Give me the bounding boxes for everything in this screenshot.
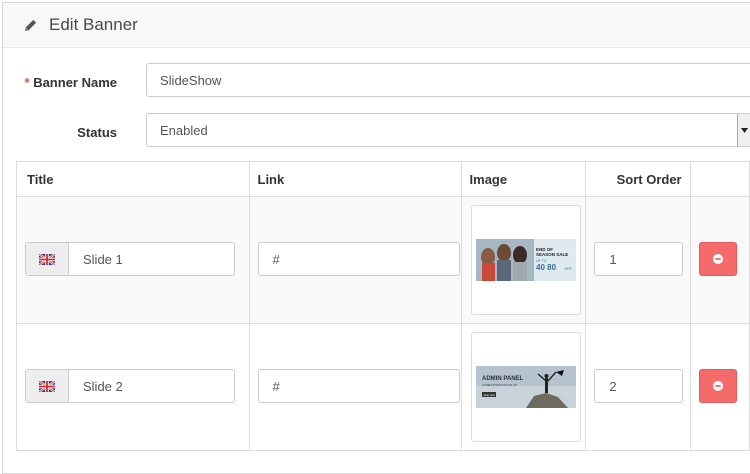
title-value: Slide 2 xyxy=(83,378,123,394)
pencil-icon xyxy=(24,19,37,31)
svg-text:ADMIN PANEL: ADMIN PANEL xyxy=(482,376,524,382)
link-input[interactable]: # xyxy=(257,242,460,276)
uk-flag-icon xyxy=(39,380,55,392)
title-cell: Slide 2 xyxy=(16,323,250,451)
title-cell: Slide 1 xyxy=(16,196,250,324)
status-select[interactable]: Enabled xyxy=(146,113,750,147)
svg-text:LOREM IPSUM DOLOR SIT: LOREM IPSUM DOLOR SIT xyxy=(482,383,518,387)
image-cell: ADMIN PANEL LOREM IPSUM DOLOR SIT shop n… xyxy=(460,323,587,451)
caret-down-icon xyxy=(737,114,750,146)
svg-text:40 80: 40 80 xyxy=(536,263,557,272)
image-cell: END OF SEASON SALE UP TO 40 80 OFF xyxy=(460,196,587,324)
banner-name-label: * Banner Name xyxy=(24,75,118,90)
link-cell: # xyxy=(248,196,462,324)
page-title: Edit Banner xyxy=(49,15,138,34)
banner-images-table: Title Link Image Sort Order Slide 1 # EN… xyxy=(16,161,750,451)
table-row: Slide 1 # END OF SEASON SALE UP TO 40 80… xyxy=(16,196,750,324)
banner-name-value: SlideShow xyxy=(160,72,222,88)
action-cell xyxy=(689,323,750,451)
col-title: Title xyxy=(16,161,250,197)
banner-name-row: * Banner Name xyxy=(3,75,118,90)
col-sort-order: Sort Order xyxy=(585,161,691,197)
uk-flag-icon xyxy=(39,253,55,265)
sort-order-value: 2 xyxy=(609,378,617,394)
title-input[interactable]: Slide 1 xyxy=(25,242,235,276)
status-row: Status xyxy=(3,125,117,140)
remove-row-button[interactable] xyxy=(698,242,737,276)
link-input[interactable]: # xyxy=(257,369,460,403)
table-row: Slide 2 # ADMIN PANEL LOREM IPSUM DOLOR … xyxy=(16,323,750,451)
banner-image-1: END OF SEASON SALE UP TO 40 80 OFF xyxy=(475,239,576,281)
col-link: Link xyxy=(248,161,462,197)
status-value: Enabled xyxy=(160,122,208,138)
title-input[interactable]: Slide 2 xyxy=(25,369,235,403)
minus-circle-icon xyxy=(712,254,723,264)
status-label: Status xyxy=(77,125,117,140)
language-addon xyxy=(26,243,69,275)
sort-order-value: 1 xyxy=(609,251,617,267)
link-cell: # xyxy=(248,323,462,451)
banner-image-2: ADMIN PANEL LOREM IPSUM DOLOR SIT shop n… xyxy=(475,366,576,408)
sort-order-input[interactable]: 2 xyxy=(594,369,684,403)
link-value: # xyxy=(272,378,280,394)
svg-text:SEASON SALE: SEASON SALE xyxy=(536,252,568,257)
remove-row-button[interactable] xyxy=(698,369,737,403)
svg-text:shop now: shop now xyxy=(483,393,494,397)
col-action xyxy=(689,161,750,197)
table-header-row: Title Link Image Sort Order xyxy=(16,161,750,197)
image-thumbnail[interactable]: ADMIN PANEL LOREM IPSUM DOLOR SIT shop n… xyxy=(470,332,581,442)
title-value: Slide 1 xyxy=(83,251,123,267)
sort-order-cell: 2 xyxy=(585,323,691,451)
sort-order-input[interactable]: 1 xyxy=(594,242,684,276)
link-value: # xyxy=(272,251,280,267)
action-cell xyxy=(689,196,750,324)
sort-order-cell: 1 xyxy=(585,196,691,324)
col-image: Image xyxy=(460,161,587,197)
panel-heading: Edit Banner xyxy=(3,3,750,48)
language-addon xyxy=(26,370,69,402)
image-thumbnail[interactable]: END OF SEASON SALE UP TO 40 80 OFF xyxy=(470,205,581,315)
required-mark: * xyxy=(24,75,30,90)
minus-circle-icon xyxy=(712,381,723,391)
svg-text:OFF: OFF xyxy=(564,266,573,271)
banner-name-input[interactable]: SlideShow xyxy=(146,63,750,97)
